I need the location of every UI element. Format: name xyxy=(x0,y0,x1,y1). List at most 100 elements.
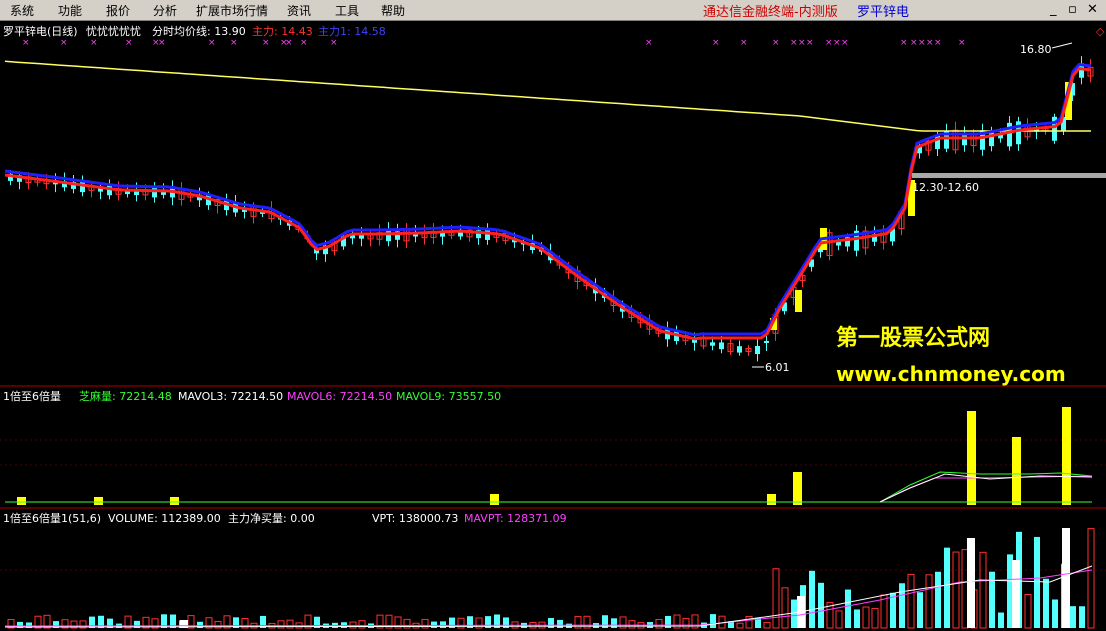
vol-line3-label: MAVOL6: 72214.50 xyxy=(287,390,392,403)
main-force1-label: 主力1: 14.58 xyxy=(318,25,386,38)
bottom-bar-down xyxy=(1079,606,1085,628)
bottom-bar-down xyxy=(710,614,716,628)
close-icon[interactable]: ✕ xyxy=(1087,2,1098,17)
volume-bars xyxy=(5,407,1093,505)
watermark-title: 第一股票公式网 xyxy=(836,326,991,351)
avg-price-line xyxy=(4,60,1091,132)
high-price-label: 16.80 xyxy=(1020,43,1052,56)
stock-title: 罗平锌电 xyxy=(857,5,910,20)
bottom-bar-down xyxy=(935,571,941,628)
volume-bar-highlight xyxy=(767,494,776,505)
vol-line2-label: MAVOL3: 72214.50 xyxy=(178,390,283,403)
volume-bar-highlight xyxy=(1062,407,1071,505)
marker-x: × xyxy=(285,38,293,48)
volume-bar-highlight xyxy=(793,472,802,505)
bottom-panel-name: 1倍至6倍量1(51,6) xyxy=(3,511,101,525)
marker-x: × xyxy=(833,38,841,48)
bottom-bar-down xyxy=(998,612,1004,628)
bottom-bar-down xyxy=(917,592,923,628)
bottom-bar-up xyxy=(835,610,843,629)
bottom-bar-down xyxy=(431,621,437,628)
marker-x: × xyxy=(918,38,926,48)
volume-bar-highlight xyxy=(94,497,103,505)
bottom-bar-down xyxy=(1052,599,1058,628)
bottom-bar-up xyxy=(655,618,663,629)
price-band xyxy=(912,173,1106,178)
marker-x: × xyxy=(926,38,934,48)
candle-down xyxy=(764,340,769,344)
high-arrow xyxy=(1051,42,1073,49)
bottom-bar-up xyxy=(1087,528,1095,629)
bottom-bar-down xyxy=(1070,606,1076,628)
bottom-bar-white xyxy=(1012,560,1020,628)
diamond-icon: ◇ xyxy=(1096,25,1105,38)
menu-news[interactable]: 资讯 xyxy=(287,2,311,19)
marker-x: × xyxy=(934,38,942,48)
marker-x: × xyxy=(208,38,216,48)
menu-help[interactable]: 帮助 xyxy=(381,2,405,19)
bottom-bar-up xyxy=(682,617,690,629)
bottom-bar-down xyxy=(890,592,896,628)
bottom-bar-down xyxy=(944,547,950,628)
marker-x: × xyxy=(230,38,238,48)
candle-down xyxy=(737,346,742,353)
bottom-bar-down xyxy=(845,589,851,628)
bottom-bar-white xyxy=(1062,528,1070,628)
low-price-label: 6.01 xyxy=(765,361,790,374)
volume-bar-highlight xyxy=(967,411,976,505)
bottom-bar-up xyxy=(736,622,744,629)
price-lines xyxy=(4,60,1092,341)
bottom-bar-up xyxy=(1024,593,1032,629)
menu-analysis[interactable]: 分析 xyxy=(153,2,177,19)
bottom-bar-up xyxy=(952,551,960,629)
marker-x: × xyxy=(300,38,308,48)
menu-quote[interactable]: 报价 xyxy=(106,2,130,19)
marker-x: × xyxy=(910,38,918,48)
bottom-bar-up xyxy=(745,615,753,629)
vol-line1-label: 芝麻量: 72214.48 xyxy=(79,389,172,403)
bottom-bar-down xyxy=(899,583,905,628)
candle-down xyxy=(386,230,391,242)
marker-x: × xyxy=(740,38,748,48)
app-title: 通达信金融终端-内测版 xyxy=(703,5,838,20)
bottom-bar-up xyxy=(925,574,933,629)
main-force1-line xyxy=(4,62,1092,337)
menu-function[interactable]: 功能 xyxy=(58,2,82,19)
bottom-bar-down xyxy=(791,599,797,628)
vpt-label: VPT: 138000.73 xyxy=(372,512,458,525)
band-label: 12.30-12.60 xyxy=(912,181,979,194)
menu-bar: 系统 功能 报价 分析 扩展市场行情 资讯 工具 帮助 通达信金融终端-内测版 … xyxy=(0,0,1106,21)
restore-icon[interactable]: ▫ xyxy=(1068,2,1077,17)
bottom-bar-down xyxy=(809,570,815,628)
volume-bar-highlight xyxy=(17,497,26,505)
bottom-bar-down xyxy=(1034,536,1040,628)
minimize-icon[interactable]: _ xyxy=(1050,2,1057,17)
menu-extended-market[interactable]: 扩展市场行情 xyxy=(196,2,268,19)
bottom-bar-down xyxy=(1043,578,1049,628)
volume-label: VOLUME: 112389.00 xyxy=(108,512,221,525)
price-panel-name: 罗平锌电(日线) xyxy=(3,24,78,38)
candle-down xyxy=(755,345,760,355)
marker-x: × xyxy=(645,38,653,48)
bottom-bar-up xyxy=(862,606,870,629)
marker-x: × xyxy=(90,38,98,48)
marker-x: × xyxy=(330,38,338,48)
markers: × × × × ×× × × × ×× × × × × × × × × × × × × × × × × × × xyxy=(22,38,966,48)
menu-system[interactable]: 系统 xyxy=(10,2,34,19)
main-force-label: 主力: 14.43 xyxy=(252,25,313,38)
bottom-bar-down xyxy=(818,582,824,628)
volume-bar-highlight xyxy=(490,494,499,505)
candle-down xyxy=(710,342,715,346)
marker-x: × xyxy=(125,38,133,48)
menu-tools[interactable]: 工具 xyxy=(335,2,359,19)
bottom-bar-up xyxy=(781,587,789,629)
marker-x: × xyxy=(772,38,780,48)
marker-x: × xyxy=(60,38,68,48)
bottom-bar-up xyxy=(979,551,987,629)
mavpt-line xyxy=(4,569,1093,627)
bottom-bar-white xyxy=(967,538,975,628)
marker-x: × xyxy=(798,38,806,48)
bottom-bar-up xyxy=(628,620,636,629)
candle-down xyxy=(719,342,724,350)
price-candles xyxy=(8,56,1094,362)
